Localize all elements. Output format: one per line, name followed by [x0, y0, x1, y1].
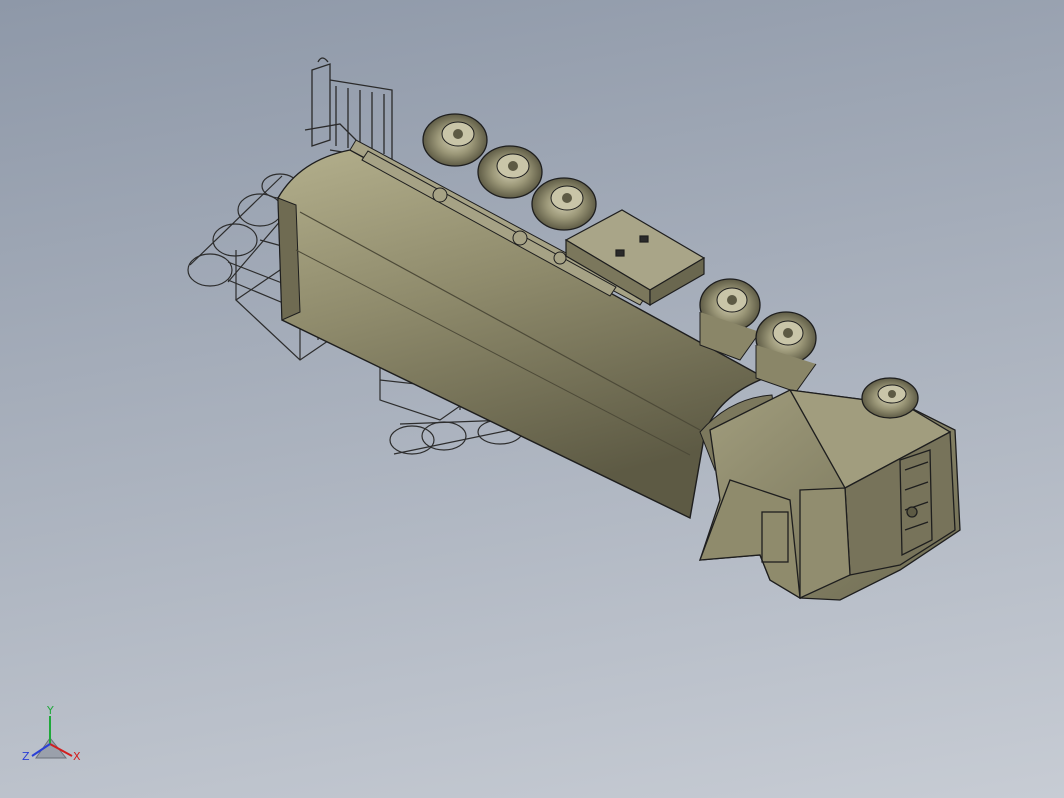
- trailer-wheel-1: [422, 113, 488, 167]
- z-axis-label: Z: [22, 750, 30, 763]
- truck-cab: [699, 389, 961, 601]
- trailer-wheel-2: [477, 145, 543, 199]
- truck-wheel-2: [755, 311, 817, 393]
- y-axis-label: Y: [46, 704, 54, 717]
- trailer-wheel-3: [531, 177, 597, 231]
- rear-railing: [304, 57, 393, 161]
- axis-triad: Y X Z: [22, 704, 81, 763]
- x-axis-label: X: [73, 750, 81, 763]
- truck-wheel-1: [699, 278, 761, 361]
- front-wheel: [861, 377, 919, 419]
- tanker-truck-model[interactable]: [0, 0, 1064, 798]
- cad-3d-viewport[interactable]: Y X Z: [0, 0, 1064, 798]
